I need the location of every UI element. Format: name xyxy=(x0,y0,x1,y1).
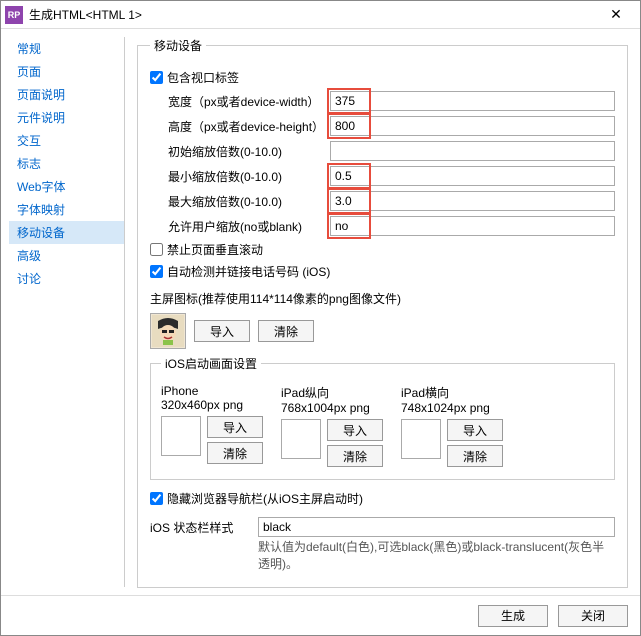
max-scale-input[interactable] xyxy=(330,191,615,211)
disable-vscroll-row: 禁止页面垂直滚动 xyxy=(150,241,615,258)
avatar-icon xyxy=(152,315,184,347)
auto-detect-phone-checkbox[interactable] xyxy=(150,265,163,278)
launch-thumb xyxy=(281,419,321,459)
hide-navbar-label: 隐藏浏览器导航栏(从iOS主屏启动时) xyxy=(167,490,363,507)
initial-scale-label: 初始缩放倍数(0-10.0) xyxy=(150,143,330,160)
hide-navbar-checkbox[interactable] xyxy=(150,492,163,505)
disable-vscroll-checkbox[interactable] xyxy=(150,243,163,256)
sidebar-item[interactable]: 元件说明 xyxy=(9,106,124,129)
window-title: 生成HTML<HTML 1> xyxy=(29,6,596,23)
user-scalable-label: 允许用户缩放(no或blank) xyxy=(150,218,330,235)
sidebar-item[interactable]: 常规 xyxy=(9,37,124,60)
dialog-body: 常规页面页面说明元件说明交互标志Web字体字体映射移动设备高级讨论 移动设备 包… xyxy=(1,29,640,595)
include-viewport-label: 包含视口标签 xyxy=(167,69,239,86)
sidebar-item[interactable]: 字体映射 xyxy=(9,198,124,221)
close-button[interactable]: 关闭 xyxy=(558,605,628,627)
launch-import-button[interactable]: 导入 xyxy=(207,416,263,438)
close-icon[interactable]: ✕ xyxy=(596,2,636,28)
sidebar-item[interactable]: 高级 xyxy=(9,244,124,267)
auto-detect-phone-label: 自动检测并链接电话号码 (iOS) xyxy=(167,263,330,280)
launch-import-button[interactable]: 导入 xyxy=(327,419,383,441)
generate-button[interactable]: 生成 xyxy=(478,605,548,627)
initial-scale-input[interactable] xyxy=(330,141,615,161)
auto-detect-phone-row: 自动检测并链接电话号码 (iOS) xyxy=(150,263,615,280)
include-viewport-checkbox[interactable] xyxy=(150,71,163,84)
launch-thumb xyxy=(401,419,441,459)
dialog-footer: 生成 关闭 xyxy=(1,595,640,635)
launch-column: iPad横向748x1024px png 导入清除 xyxy=(401,384,503,467)
launch-thumb xyxy=(161,416,201,456)
sidebar-item[interactable]: 交互 xyxy=(9,129,124,152)
user-scalable-input[interactable] xyxy=(330,216,615,236)
launch-clear-button[interactable]: 清除 xyxy=(327,445,383,467)
sidebar: 常规页面页面说明元件说明交互标志Web字体字体映射移动设备高级讨论 xyxy=(9,37,125,587)
min-scale-input[interactable] xyxy=(330,166,615,186)
launch-col-sub: 768x1004px png xyxy=(281,401,383,415)
include-viewport-row: 包含视口标签 xyxy=(150,69,615,86)
sidebar-item[interactable]: 标志 xyxy=(9,152,124,175)
launch-column: iPhone320x460px png 导入清除 xyxy=(161,384,263,467)
launch-col-title: iPhone xyxy=(161,384,263,398)
launch-col-title: iPad横向 xyxy=(401,384,503,401)
titlebar: RP 生成HTML<HTML 1> ✕ xyxy=(1,1,640,29)
hide-navbar-row: 隐藏浏览器导航栏(从iOS主屏启动时) xyxy=(150,490,615,507)
app-icon: RP xyxy=(5,6,23,24)
disable-vscroll-label: 禁止页面垂直滚动 xyxy=(167,241,263,258)
launch-col-title: iPad纵向 xyxy=(281,384,383,401)
home-icon-preview xyxy=(150,313,186,349)
mobile-legend: 移动设备 xyxy=(150,37,206,54)
home-icon-import-button[interactable]: 导入 xyxy=(194,320,250,342)
mobile-fieldset: 移动设备 包含视口标签 宽度（px或者device-width） 高度（px或者… xyxy=(137,37,628,588)
launch-column: iPad纵向768x1004px png 导入清除 xyxy=(281,384,383,467)
dialog-window: RP 生成HTML<HTML 1> ✕ 常规页面页面说明元件说明交互标志Web字… xyxy=(0,0,641,636)
statusbar-input[interactable] xyxy=(258,517,615,537)
height-label: 高度（px或者device-height） xyxy=(150,118,330,135)
width-input[interactable] xyxy=(330,91,615,111)
content-mobile: 移动设备 包含视口标签 宽度（px或者device-width） 高度（px或者… xyxy=(125,29,640,595)
launch-clear-button[interactable]: 清除 xyxy=(447,445,503,467)
statusbar-hint: 默认值为default(白色),可选black(黑色)或black-transl… xyxy=(258,539,615,573)
statusbar-label: iOS 状态栏样式 xyxy=(150,517,250,536)
min-scale-label: 最小缩放倍数(0-10.0) xyxy=(150,168,330,185)
launch-col-sub: 320x460px png xyxy=(161,398,263,412)
sidebar-item[interactable]: Web字体 xyxy=(9,175,124,198)
max-scale-label: 最大缩放倍数(0-10.0) xyxy=(150,193,330,210)
sidebar-item[interactable]: 页面 xyxy=(9,60,124,83)
launch-fieldset: iOS启动画面设置 iPhone320x460px png导入清除iPad纵向7… xyxy=(150,355,615,480)
sidebar-item[interactable]: 讨论 xyxy=(9,267,124,290)
home-icon-clear-button[interactable]: 清除 xyxy=(258,320,314,342)
sidebar-item[interactable]: 移动设备 xyxy=(9,221,124,244)
home-icon-label: 主屏图标(推荐使用114*114像素的png图像文件) xyxy=(150,290,615,307)
launch-legend: iOS启动画面设置 xyxy=(161,355,261,372)
launch-col-sub: 748x1024px png xyxy=(401,401,503,415)
launch-import-button[interactable]: 导入 xyxy=(447,419,503,441)
sidebar-item[interactable]: 页面说明 xyxy=(9,83,124,106)
width-label: 宽度（px或者device-width） xyxy=(150,93,330,110)
height-input[interactable] xyxy=(330,116,615,136)
launch-clear-button[interactable]: 清除 xyxy=(207,442,263,464)
